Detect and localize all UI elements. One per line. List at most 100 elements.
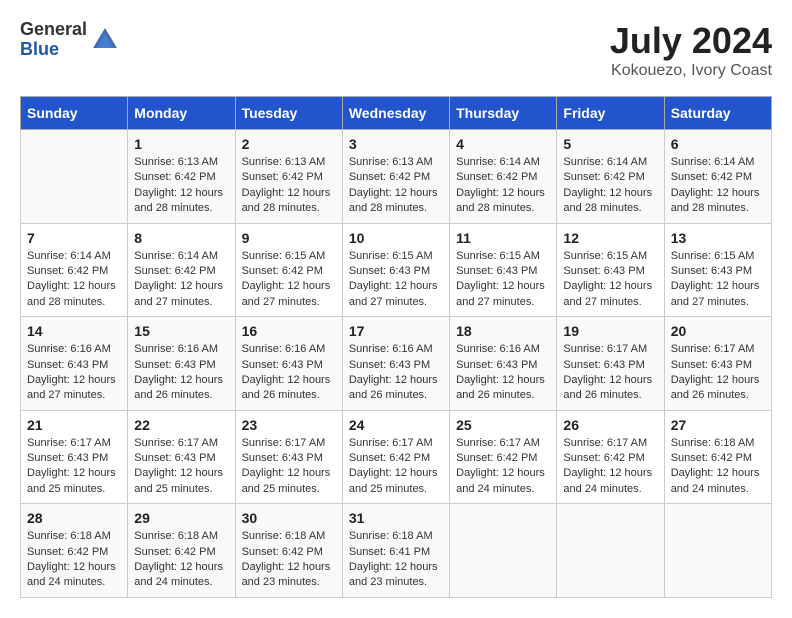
- day-number: 7: [27, 230, 121, 246]
- day-info: Sunrise: 6:17 AM Sunset: 6:43 PM Dayligh…: [671, 342, 765, 404]
- day-info: Sunrise: 6:17 AM Sunset: 6:43 PM Dayligh…: [563, 342, 657, 404]
- day-info: Sunrise: 6:13 AM Sunset: 6:42 PM Dayligh…: [134, 155, 228, 217]
- calendar-cell: 4 Sunrise: 6:14 AM Sunset: 6:42 PM Daylig…: [450, 130, 557, 224]
- calendar-cell: 5 Sunrise: 6:14 AM Sunset: 6:42 PM Daylig…: [557, 130, 664, 224]
- day-number: 31: [349, 510, 443, 526]
- day-number: 26: [563, 417, 657, 433]
- calendar-cell: 10Sunrise: 6:15 AM Sunset: 6:43 PM Dayli…: [342, 223, 449, 317]
- calendar-cell: 18 Sunrise: 6:16 AM Sunset: 6:43 PM Dayli…: [450, 317, 557, 411]
- calendar-cell: 13 Sunrise: 6:15 AM Sunset: 6:43 PM Dayli…: [664, 223, 771, 317]
- calendar-cell: 31 Sunrise: 6:18 AM Sunset: 6:41 PM Dayli…: [342, 504, 449, 598]
- day-info: Sunrise: 6:15 AM Sunset: 6:43 PM Dayligh…: [671, 249, 765, 311]
- day-info: Sunrise: 6:18 AM Sunset: 6:42 PM Dayligh…: [134, 529, 228, 591]
- calendar-cell: 25Sunrise: 6:17 AM Sunset: 6:42 PM Dayli…: [450, 410, 557, 504]
- day-info: Sunrise: 6:13 AM Sunset: 6:42 PM Dayligh…: [349, 155, 443, 217]
- day-info: Sunrise: 6:18 AM Sunset: 6:42 PM Dayligh…: [242, 529, 336, 591]
- day-info: Sunrise: 6:15 AM Sunset: 6:43 PM Dayligh…: [563, 249, 657, 311]
- day-info: Sunrise: 6:14 AM Sunset: 6:42 PM Dayligh…: [456, 155, 550, 217]
- day-number: 14: [27, 323, 121, 339]
- calendar-cell: 20 Sunrise: 6:17 AM Sunset: 6:43 PM Dayli…: [664, 317, 771, 411]
- day-number: 1: [134, 136, 228, 152]
- day-info: Sunrise: 6:14 AM Sunset: 6:42 PM Dayligh…: [563, 155, 657, 217]
- logo-blue-text: Blue: [20, 40, 87, 60]
- day-info: Sunrise: 6:17 AM Sunset: 6:42 PM Dayligh…: [349, 436, 443, 498]
- day-info: Sunrise: 6:17 AM Sunset: 6:42 PM Dayligh…: [456, 436, 550, 498]
- day-number: 29: [134, 510, 228, 526]
- day-info: Sunrise: 6:16 AM Sunset: 6:43 PM Dayligh…: [27, 342, 121, 404]
- day-number: 17: [349, 323, 443, 339]
- day-number: 19: [563, 323, 657, 339]
- day-info: Sunrise: 6:14 AM Sunset: 6:42 PM Dayligh…: [27, 249, 121, 311]
- col-header-sunday: Sunday: [21, 97, 128, 130]
- day-number: 12: [563, 230, 657, 246]
- day-number: 8: [134, 230, 228, 246]
- col-header-saturday: Saturday: [664, 97, 771, 130]
- calendar-cell: [664, 504, 771, 598]
- day-info: Sunrise: 6:17 AM Sunset: 6:43 PM Dayligh…: [134, 436, 228, 498]
- day-info: Sunrise: 6:16 AM Sunset: 6:43 PM Dayligh…: [349, 342, 443, 404]
- logo: General Blue: [20, 20, 119, 60]
- day-number: 3: [349, 136, 443, 152]
- calendar-cell: 1 Sunrise: 6:13 AM Sunset: 6:42 PM Daylig…: [128, 130, 235, 224]
- day-info: Sunrise: 6:14 AM Sunset: 6:42 PM Dayligh…: [134, 249, 228, 311]
- calendar-cell: 7 Sunrise: 6:14 AM Sunset: 6:42 PM Daylig…: [21, 223, 128, 317]
- day-number: 4: [456, 136, 550, 152]
- day-number: 16: [242, 323, 336, 339]
- day-info: Sunrise: 6:17 AM Sunset: 6:43 PM Dayligh…: [242, 436, 336, 498]
- calendar-cell: 27 Sunrise: 6:18 AM Sunset: 6:42 PM Dayli…: [664, 410, 771, 504]
- logo-general-text: General: [20, 20, 87, 40]
- day-number: 13: [671, 230, 765, 246]
- calendar-cell: 30 Sunrise: 6:18 AM Sunset: 6:42 PM Dayli…: [235, 504, 342, 598]
- title-area: July 2024 Kokouezo, Ivory Coast: [610, 20, 772, 80]
- day-info: Sunrise: 6:16 AM Sunset: 6:43 PM Dayligh…: [242, 342, 336, 404]
- day-info: Sunrise: 6:15 AM Sunset: 6:42 PM Dayligh…: [242, 249, 336, 311]
- day-number: 11: [456, 230, 550, 246]
- day-info: Sunrise: 6:16 AM Sunset: 6:43 PM Dayligh…: [456, 342, 550, 404]
- day-number: 15: [134, 323, 228, 339]
- day-number: 2: [242, 136, 336, 152]
- calendar-cell: 22 Sunrise: 6:17 AM Sunset: 6:43 PM Dayli…: [128, 410, 235, 504]
- week-row-2: 7 Sunrise: 6:14 AM Sunset: 6:42 PM Daylig…: [21, 223, 772, 317]
- calendar-cell: 16 Sunrise: 6:16 AM Sunset: 6:43 PM Dayli…: [235, 317, 342, 411]
- day-number: 27: [671, 417, 765, 433]
- calendar-cell: 6Sunrise: 6:14 AM Sunset: 6:42 PM Daylig…: [664, 130, 771, 224]
- day-info: Sunrise: 6:18 AM Sunset: 6:41 PM Dayligh…: [349, 529, 443, 591]
- day-info: Sunrise: 6:18 AM Sunset: 6:42 PM Dayligh…: [27, 529, 121, 591]
- day-info: Sunrise: 6:16 AM Sunset: 6:43 PM Dayligh…: [134, 342, 228, 404]
- calendar-cell: 14 Sunrise: 6:16 AM Sunset: 6:43 PM Dayli…: [21, 317, 128, 411]
- calendar-cell: 12 Sunrise: 6:15 AM Sunset: 6:43 PM Dayli…: [557, 223, 664, 317]
- calendar-cell: [557, 504, 664, 598]
- month-title: July 2024: [610, 20, 772, 62]
- col-header-wednesday: Wednesday: [342, 97, 449, 130]
- col-header-friday: Friday: [557, 97, 664, 130]
- calendar-table: SundayMondayTuesdayWednesdayThursdayFrid…: [20, 96, 772, 598]
- day-info: Sunrise: 6:18 AM Sunset: 6:42 PM Dayligh…: [671, 436, 765, 498]
- week-row-1: 1 Sunrise: 6:13 AM Sunset: 6:42 PM Daylig…: [21, 130, 772, 224]
- day-number: 23: [242, 417, 336, 433]
- day-number: 30: [242, 510, 336, 526]
- calendar-cell: [450, 504, 557, 598]
- calendar-cell: 24 Sunrise: 6:17 AM Sunset: 6:42 PM Dayli…: [342, 410, 449, 504]
- week-row-5: 28 Sunrise: 6:18 AM Sunset: 6:42 PM Dayli…: [21, 504, 772, 598]
- day-info: Sunrise: 6:15 AM Sunset: 6:43 PM Dayligh…: [349, 249, 443, 311]
- day-number: 5: [563, 136, 657, 152]
- calendar-header-row: SundayMondayTuesdayWednesdayThursdayFrid…: [21, 97, 772, 130]
- calendar-cell: 8 Sunrise: 6:14 AM Sunset: 6:42 PM Daylig…: [128, 223, 235, 317]
- day-number: 18: [456, 323, 550, 339]
- calendar-cell: 15 Sunrise: 6:16 AM Sunset: 6:43 PM Dayli…: [128, 317, 235, 411]
- calendar-cell: 9 Sunrise: 6:15 AM Sunset: 6:42 PM Daylig…: [235, 223, 342, 317]
- day-info: Sunrise: 6:15 AM Sunset: 6:43 PM Dayligh…: [456, 249, 550, 311]
- day-number: 6: [671, 136, 765, 152]
- calendar-cell: 11 Sunrise: 6:15 AM Sunset: 6:43 PM Dayli…: [450, 223, 557, 317]
- day-number: 24: [349, 417, 443, 433]
- day-number: 9: [242, 230, 336, 246]
- col-header-monday: Monday: [128, 97, 235, 130]
- day-number: 20: [671, 323, 765, 339]
- day-number: 21: [27, 417, 121, 433]
- day-info: Sunrise: 6:17 AM Sunset: 6:43 PM Dayligh…: [27, 436, 121, 498]
- calendar-cell: 29 Sunrise: 6:18 AM Sunset: 6:42 PM Dayli…: [128, 504, 235, 598]
- calendar-cell: 21 Sunrise: 6:17 AM Sunset: 6:43 PM Dayli…: [21, 410, 128, 504]
- day-number: 28: [27, 510, 121, 526]
- day-number: 22: [134, 417, 228, 433]
- calendar-cell: 23 Sunrise: 6:17 AM Sunset: 6:43 PM Dayli…: [235, 410, 342, 504]
